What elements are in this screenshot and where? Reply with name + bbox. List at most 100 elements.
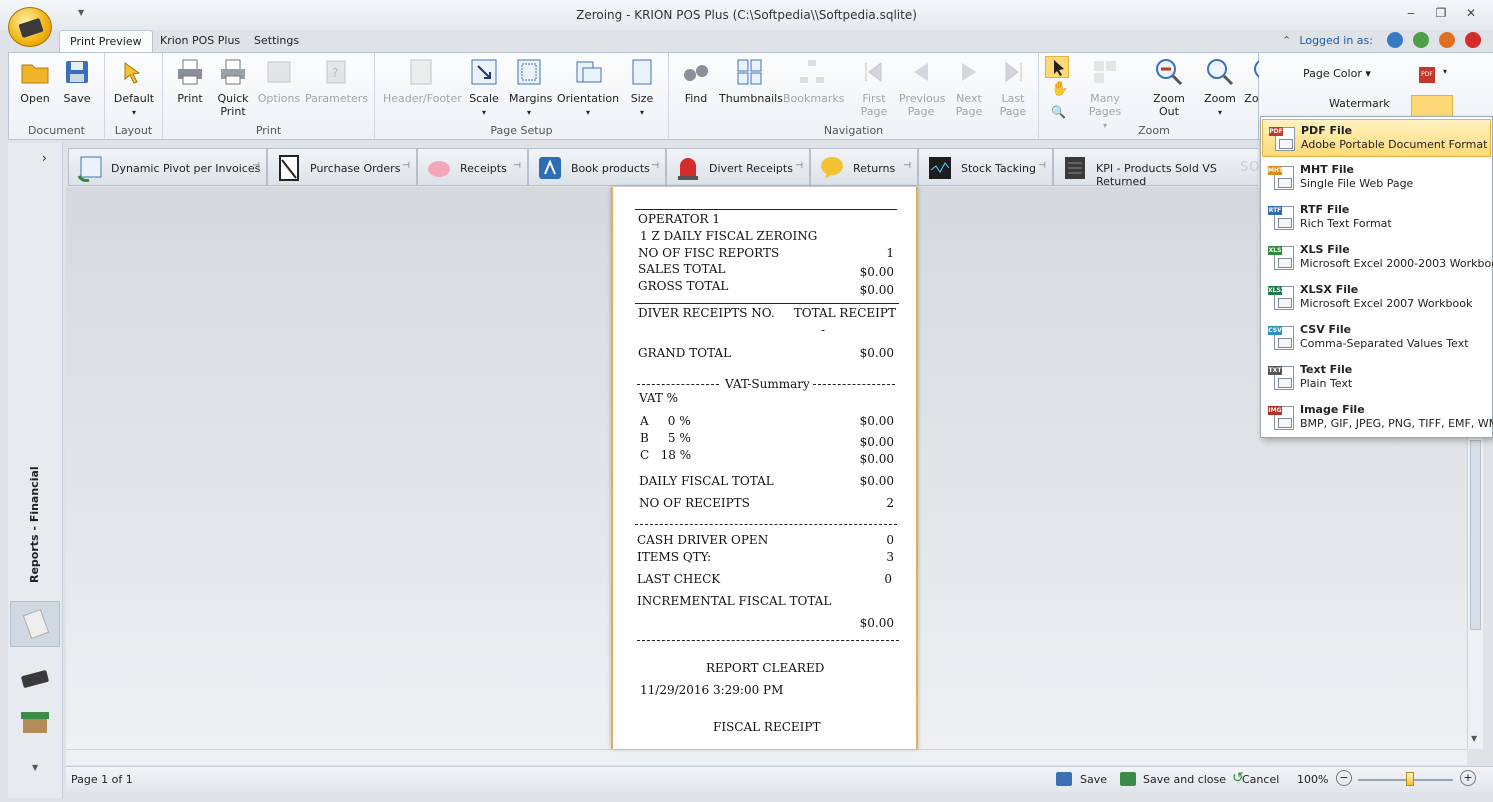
sidebar-item-receipt-reports[interactable] — [10, 601, 60, 647]
many-pages-button[interactable]: Many Pages ▾ — [1075, 57, 1135, 132]
pin-icon[interactable]: ⊣ — [795, 161, 803, 171]
receipt-grand-total-label: GRAND TOTAL — [638, 346, 732, 360]
receipt-incremental-value: $0.00 — [859, 616, 894, 630]
receipt-gross-total-value: $0.00 — [859, 283, 894, 297]
quick-print-button[interactable]: Quick Print — [213, 57, 253, 118]
export-menu-item-txt[interactable]: TXT Text File Plain Text — [1262, 359, 1491, 397]
next-page-button[interactable]: Next Page — [947, 57, 991, 118]
server-icon — [1062, 154, 1088, 182]
export-menu-item-title: Image File — [1300, 403, 1365, 416]
img-file-icon: IMG — [1268, 404, 1294, 432]
report-tab-divert-receipts[interactable]: Divert Receipts ⊣ — [666, 148, 810, 186]
collapse-ribbon-icon[interactable]: ⌃ — [1282, 34, 1291, 47]
export-menu-item-xlsx[interactable]: XLSX XLSX File Microsoft Excel 2007 Workbo… — [1262, 279, 1491, 317]
group-label-layout: Layout — [114, 124, 153, 137]
scale-button[interactable]: Scale ▾ — [467, 57, 501, 119]
page-color-button[interactable]: Page Color ▾ — [1303, 67, 1371, 80]
users-icon[interactable] — [1413, 32, 1429, 48]
margins-icon — [514, 57, 544, 87]
scroll-down-icon[interactable]: ▼ — [1471, 734, 1477, 743]
tab-print-preview[interactable]: Print Preview — [59, 30, 153, 52]
header-footer-button[interactable]: Header/Footer — [383, 57, 462, 105]
pin-icon[interactable]: ⊣ — [1038, 161, 1046, 171]
receipt-datetime: 11/29/2016 3:29:00 PM — [640, 683, 784, 697]
size-button[interactable]: Size ▾ — [625, 57, 659, 119]
pin-icon[interactable]: ⊣ — [903, 161, 911, 171]
report-tab-dynamic-pivot[interactable]: Dynamic Pivot per Invoices ⊣ — [68, 148, 267, 186]
expand-sidebar-icon[interactable]: › — [42, 151, 47, 165]
export-menu-item-mht[interactable]: MHT MHT File Single File Web Page — [1262, 159, 1491, 197]
last-page-button[interactable]: Last Page — [991, 57, 1035, 118]
close-button[interactable]: ✕ — [1464, 6, 1478, 20]
bookmarks-button[interactable]: Bookmarks — [783, 57, 844, 105]
hand-tool-icon[interactable]: ✋ — [1051, 81, 1068, 97]
orientation-button[interactable]: Orientation ▾ — [557, 57, 619, 119]
zoom-in-small-icon[interactable]: + — [1460, 770, 1476, 786]
first-page-button[interactable]: First Page — [853, 57, 895, 118]
export-menu-item-img[interactable]: IMG Image File BMP, GIF, JPEG, PNG, TIFF, … — [1262, 399, 1493, 437]
zoom-button[interactable]: Zoom ▾ — [1203, 57, 1237, 119]
magnifier-tool-icon[interactable]: 🔍 — [1051, 105, 1066, 119]
page-size-icon — [627, 57, 657, 87]
save-and-close-button[interactable]: Save and close — [1143, 773, 1226, 786]
report-tab-receipts[interactable]: Receipts ⊣ — [417, 148, 528, 186]
default-layout-button[interactable]: Default ▾ — [109, 57, 159, 119]
pin-icon[interactable]: ⊣ — [252, 161, 260, 171]
tab-settings[interactable]: Settings — [244, 30, 309, 52]
zoom-slider-thumb[interactable] — [1406, 772, 1415, 786]
report-tab-stock-tacking[interactable]: Stock Tacking ⊣ — [918, 148, 1053, 186]
receipt-vat-row-c-value: $0.00 — [859, 452, 894, 466]
previous-page-button[interactable]: Previous Page — [899, 57, 946, 118]
report-tabs: Dynamic Pivot per Invoices ⊣ Purchase Ord… — [68, 148, 1258, 188]
export-pdf-icon[interactable]: PDF — [1419, 67, 1435, 83]
minimize-button[interactable]: ‒ — [1404, 6, 1418, 20]
find-button[interactable]: Find — [677, 57, 715, 105]
group-navigation: Find Thumbnails Bookmarks First Page Pre… — [669, 53, 1039, 139]
parameters-button[interactable]: ? Parameters — [305, 57, 368, 105]
print-button[interactable]: Print — [171, 57, 209, 105]
horizontal-scrollbar[interactable] — [66, 749, 1467, 765]
report-tab-purchase-orders[interactable]: Purchase Orders ⊣ — [267, 148, 417, 186]
sidebar-more-icon[interactable]: ▼ — [32, 763, 38, 772]
pin-icon[interactable]: ⊣ — [651, 161, 659, 171]
zoom-out-small-icon[interactable]: − — [1336, 770, 1352, 786]
save-button[interactable]: Save — [59, 57, 95, 105]
export-menu-item-csv[interactable]: CSV CSV File Comma-Separated Values Text — [1262, 319, 1491, 357]
power-icon[interactable] — [1439, 32, 1455, 48]
export-menu-item-title: CSV File — [1300, 323, 1352, 336]
open-button[interactable]: Open — [17, 57, 53, 105]
export-menu-item-title: PDF File — [1301, 124, 1353, 137]
first-page-icon — [859, 57, 889, 87]
pin-icon[interactable]: ⊣ — [402, 161, 410, 171]
report-tab-kpi[interactable]: KPI - Products Sold VS Returned — [1053, 148, 1258, 188]
rtf-file-icon: RTF — [1268, 204, 1294, 232]
export-menu-item-rtf[interactable]: RTF RTF File Rich Text Format — [1262, 199, 1491, 237]
status-save-button[interactable]: Save — [1080, 773, 1107, 786]
thumbnails-button[interactable]: Thumbnails — [719, 57, 783, 105]
export-menu-item-pdf[interactable]: PDF PDF File Adobe Portable Document Forma… — [1262, 119, 1491, 157]
sidebar-item-pos-terminal[interactable] — [18, 665, 52, 693]
send-email-button[interactable] — [1411, 95, 1453, 117]
txt-file-icon: TXT — [1268, 364, 1294, 392]
application-menu-button[interactable] — [8, 7, 52, 47]
zoom-out-button[interactable]: Zoom Out — [1143, 57, 1195, 118]
pin-icon[interactable]: ⊣ — [513, 161, 521, 171]
exit-icon[interactable] — [1465, 32, 1481, 48]
vertical-scroll-thumb[interactable] — [1470, 440, 1481, 630]
tab-krion-pos-plus[interactable]: Krion POS Plus — [150, 30, 250, 52]
sidebar-item-store[interactable] — [18, 707, 52, 737]
options-button[interactable]: Options — [257, 57, 301, 105]
options-icon — [264, 57, 294, 87]
user-icon[interactable] — [1387, 32, 1403, 48]
page-indicator: Page 1 of 1 — [71, 773, 133, 786]
cancel-button[interactable]: Cancel — [1242, 773, 1279, 786]
margins-button[interactable]: Margins ▾ — [509, 57, 552, 119]
watermark-button[interactable]: Watermark — [1329, 97, 1390, 110]
pointer-tool-button[interactable] — [1045, 56, 1069, 78]
pdf-file-icon: PDF — [1269, 125, 1295, 153]
report-tab-returns[interactable]: Returns ⊣ — [810, 148, 918, 186]
export-dropdown-icon[interactable]: ▾ — [1443, 67, 1447, 76]
export-menu-item-xls[interactable]: XLS XLS File Microsoft Excel 2000-2003 Wor… — [1262, 239, 1493, 277]
maximize-button[interactable]: ❐ — [1434, 6, 1448, 20]
report-tab-book-products[interactable]: Book products ⊣ — [528, 148, 666, 186]
